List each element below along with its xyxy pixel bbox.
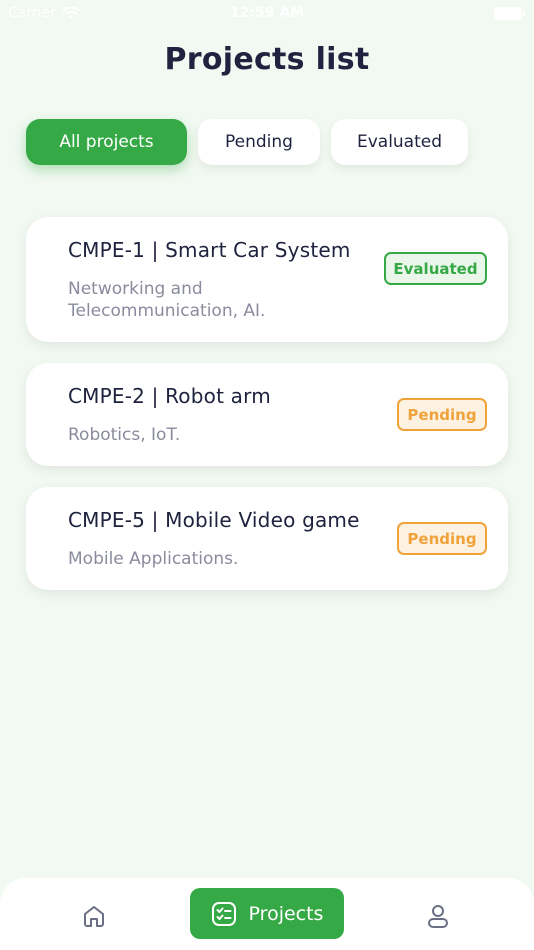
page-title: Projects list bbox=[164, 42, 370, 77]
status-time: 12:59 AM bbox=[229, 5, 305, 21]
status-badge: Pending bbox=[397, 398, 487, 431]
nav-home-button[interactable] bbox=[74, 900, 114, 932]
projects-screen: Carrier 12:59 AM Projects list All proje… bbox=[0, 0, 534, 950]
nav-projects-button[interactable]: Projects bbox=[190, 888, 344, 939]
project-title: CMPE-2 | Robot arm bbox=[68, 384, 271, 408]
project-title: CMPE-5 | Mobile Video game bbox=[68, 508, 360, 532]
project-card[interactable]: CMPE-1 | Smart Car System Networking and… bbox=[26, 217, 508, 342]
filter-tab-pending[interactable]: Pending bbox=[198, 119, 320, 165]
project-card[interactable]: CMPE-2 | Robot arm Robotics, IoT. Pendin… bbox=[26, 363, 508, 466]
status-badge: Evaluated bbox=[384, 252, 487, 285]
project-card[interactable]: CMPE-5 | Mobile Video game Mobile Applic… bbox=[26, 487, 508, 590]
project-subtitle: Networking and Telecommunication, AI. bbox=[68, 279, 266, 321]
home-icon bbox=[84, 906, 104, 927]
battery-icon bbox=[494, 7, 525, 20]
project-subtitle: Robotics, IoT. bbox=[68, 425, 181, 445]
status-badge: Pending bbox=[397, 522, 487, 555]
filter-tab-all-projects[interactable]: All projects bbox=[26, 119, 187, 165]
project-title: CMPE-1 | Smart Car System bbox=[68, 238, 351, 262]
checklist-icon bbox=[211, 901, 236, 926]
filter-tab-evaluated[interactable]: Evaluated bbox=[331, 119, 468, 165]
nav-projects-label: Projects bbox=[248, 902, 324, 925]
status-bar: Carrier 12:59 AM bbox=[0, 0, 534, 28]
nav-profile-button[interactable] bbox=[420, 900, 456, 932]
user-icon bbox=[428, 905, 448, 928]
bottom-nav: Projects bbox=[0, 878, 534, 950]
project-subtitle: Mobile Applications. bbox=[68, 549, 239, 569]
